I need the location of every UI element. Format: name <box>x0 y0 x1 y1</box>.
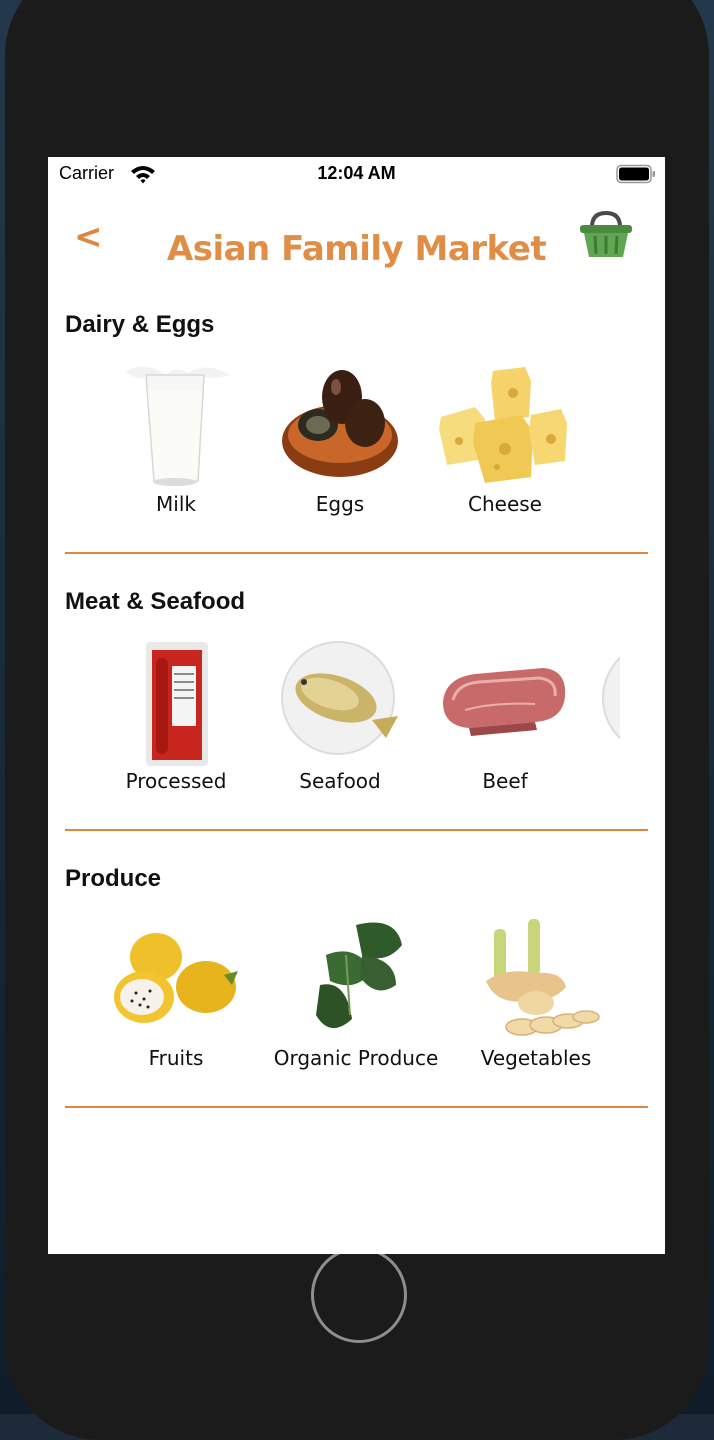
status-bar: Carrier 12:04 AM <box>48 157 665 191</box>
item-label: Vegetables <box>480 1046 592 1070</box>
fish-plate-image <box>281 641 398 755</box>
dragon-fruit-image <box>114 933 238 1023</box>
section-title: Dairy & Eggs <box>65 311 215 338</box>
section-divider <box>65 552 648 554</box>
galangal-image <box>486 919 600 1036</box>
app-screen: Carrier 12:04 AM < Asian Family Market D… <box>48 157 665 1254</box>
milk-glass-image <box>126 366 230 486</box>
section-divider <box>65 829 648 831</box>
item-cheese[interactable]: Cheese <box>420 361 590 521</box>
plate-image <box>602 656 620 740</box>
spinach-image <box>316 922 402 1029</box>
item-label: Organic Produce <box>273 1046 439 1070</box>
beef-steak-image <box>443 668 566 736</box>
battery-icon <box>616 164 655 184</box>
section-produce: Produce Fruits Organic Produce Vegetable… <box>48 865 665 1125</box>
item-row[interactable]: Milk Eggs Cheese <box>48 361 620 521</box>
item-partial-next[interactable] <box>584 638 620 798</box>
item-label: Beef <box>482 769 528 793</box>
section-divider <box>65 1106 648 1108</box>
item-row[interactable]: Processed Seafood Beef <box>48 638 620 798</box>
sausage-pack-image <box>146 642 208 766</box>
section-title: Produce <box>65 865 162 892</box>
section-dairy-eggs: Dairy & Eggs Milk Eggs Cheese <box>48 311 665 571</box>
item-organic-produce[interactable]: Organic Produce <box>271 915 441 1075</box>
item-label: Cheese <box>468 492 542 516</box>
home-button[interactable] <box>311 1247 407 1343</box>
item-row[interactable]: Fruits Organic Produce Vegetables <box>48 915 620 1075</box>
section-meat-seafood: Meat & Seafood Processed Seafood Beef <box>48 588 665 848</box>
status-time: 12:04 AM <box>317 163 396 183</box>
item-label: Fruits <box>148 1046 204 1070</box>
eggs-bowl-image <box>282 370 398 477</box>
item-fruits[interactable]: Fruits <box>91 915 261 1075</box>
item-vegetables[interactable]: Vegetables <box>451 915 620 1075</box>
page-title: Asian Family Market <box>166 229 547 269</box>
section-title: Meat & Seafood <box>65 588 246 615</box>
item-beef[interactable]: Beef <box>420 638 590 798</box>
cheese-blocks-image <box>439 367 567 483</box>
basket-icon[interactable] <box>578 209 634 261</box>
